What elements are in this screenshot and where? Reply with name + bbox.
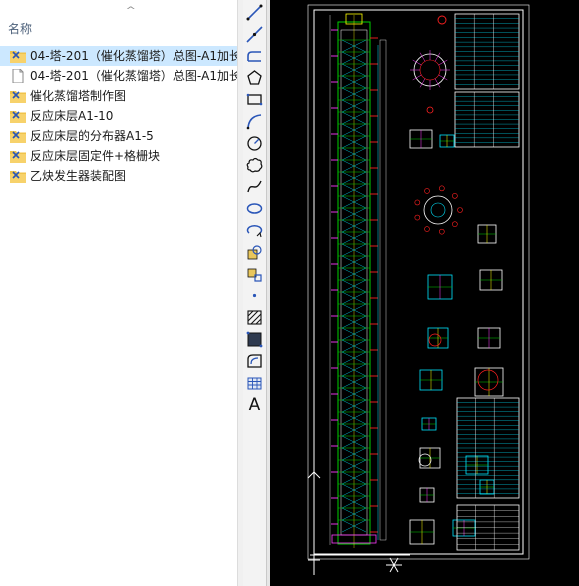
file-name: 04-塔-201（催化蒸馏塔）总图-A1加长 [30, 49, 237, 63]
region-icon[interactable] [245, 352, 264, 371]
file-name: 乙炔发生器装配图 [30, 169, 127, 183]
line-icon[interactable] [245, 3, 264, 22]
construction-line-icon[interactable] [245, 25, 264, 44]
file-row[interactable]: 反应床层的分布器A1-5 [0, 126, 237, 146]
cad-drawing-icon [10, 169, 26, 183]
table-icon[interactable] [245, 374, 264, 393]
make-block-icon[interactable] [245, 265, 264, 284]
revision-cloud-icon[interactable] [245, 156, 264, 175]
cad-drawing-icon [10, 129, 26, 143]
cad-drawing [307, 4, 530, 575]
polyline-icon[interactable] [245, 47, 264, 66]
point-icon[interactable] [245, 286, 264, 305]
file-name: 反应床层固定件+格栅块 [30, 149, 161, 163]
cad-drawing-canvas[interactable] [270, 0, 579, 586]
column-header-label: 名称 [8, 22, 33, 36]
file-row[interactable]: 乙炔发生器装配图 [0, 166, 237, 186]
file-row[interactable]: 04-塔-201（催化蒸馏塔）总图-A1加长 [0, 66, 237, 86]
cad-drawing-icon [10, 149, 26, 163]
multiline-text-icon[interactable]: A [245, 395, 264, 415]
draw-toolbar: A [243, 0, 267, 586]
gradient-icon[interactable] [245, 330, 264, 349]
file-row[interactable]: 反应床层A1-10 [0, 106, 237, 126]
cad-drawing-icon [10, 49, 26, 63]
hatch-icon[interactable] [245, 308, 264, 327]
cad-drawing-icon [10, 89, 26, 103]
file-list-panel: ^ 名称 04-塔-201（催化蒸馏塔）总图-A1加长 04-塔-201（催化蒸馏… [0, 0, 237, 586]
cad-drawing-icon [10, 109, 26, 123]
file-name: 04-塔-201（催化蒸馏塔）总图-A1加长 [30, 69, 237, 83]
spline-icon[interactable] [245, 177, 264, 196]
sort-ascending-icon: ^ [125, 6, 137, 16]
file-row[interactable]: 反应床层固定件+格栅块 [0, 146, 237, 166]
file-name: 反应床层A1-10 [30, 109, 114, 123]
file-row[interactable]: 04-塔-201（催化蒸馏塔）总图-A1加长 [0, 46, 237, 66]
blank-document-icon [10, 68, 26, 84]
polygon-icon[interactable] [245, 68, 264, 87]
file-name: 催化蒸馏塔制作图 [30, 89, 127, 103]
arc-icon[interactable] [245, 112, 264, 131]
file-list: 04-塔-201（催化蒸馏塔）总图-A1加长 04-塔-201（催化蒸馏塔）总图-… [0, 46, 237, 186]
file-row[interactable]: 催化蒸馏塔制作图 [0, 86, 237, 106]
file-name: 反应床层的分布器A1-5 [30, 129, 154, 143]
circle-icon[interactable] [245, 134, 264, 153]
column-header-name[interactable]: ^ 名称 [0, 0, 237, 44]
ellipse-arc-icon[interactable] [245, 221, 264, 240]
ellipse-icon[interactable] [245, 199, 264, 218]
insert-block-icon[interactable] [245, 243, 264, 262]
rectangle-icon[interactable] [245, 90, 264, 109]
